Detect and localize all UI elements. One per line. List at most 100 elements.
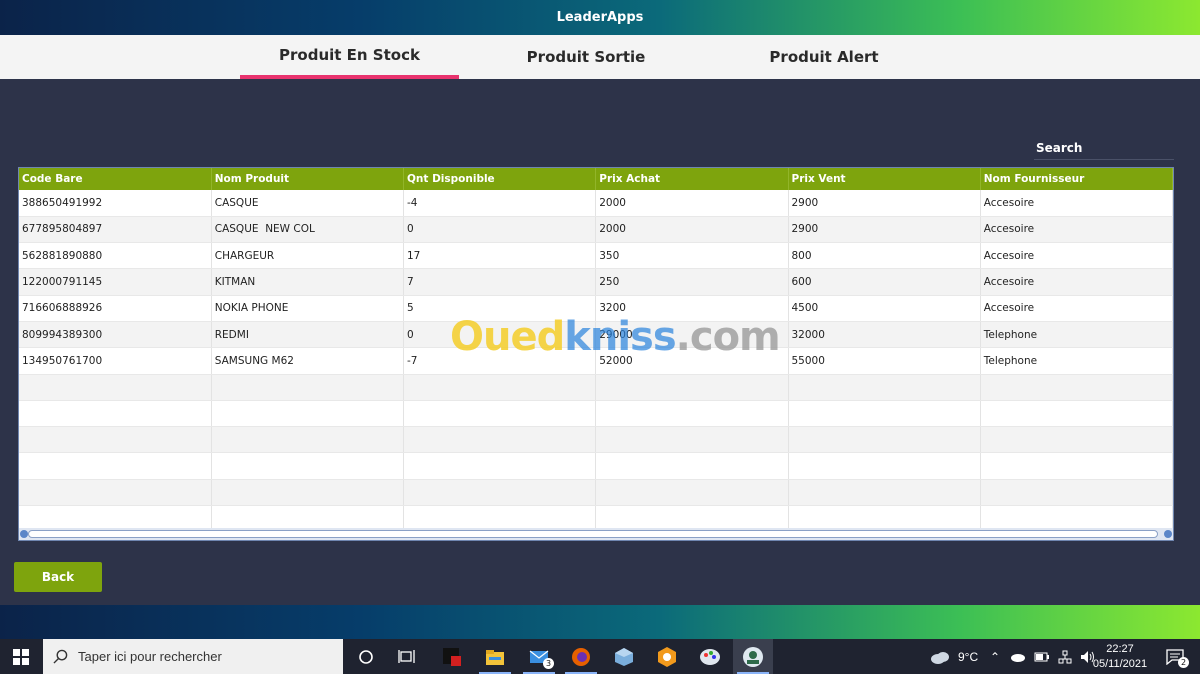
- table-cell[interactable]: Accesoire: [980, 295, 1173, 322]
- table-cell[interactable]: [980, 426, 1173, 454]
- table-cell[interactable]: [403, 426, 597, 454]
- empty-table-row[interactable]: [19, 374, 1173, 401]
- table-cell[interactable]: [19, 426, 212, 454]
- table-cell[interactable]: REDMI: [211, 321, 405, 349]
- table-cell[interactable]: [19, 374, 212, 401]
- table-cell[interactable]: [403, 400, 597, 428]
- table-cell[interactable]: [980, 400, 1173, 428]
- table-cell[interactable]: 800: [788, 242, 981, 270]
- table-cell[interactable]: 677895804897: [19, 216, 212, 244]
- table-row[interactable]: 388650491992 CASQUE -4 2000 2900 Accesoire: [19, 190, 1173, 217]
- table-cell[interactable]: Telephone: [980, 321, 1173, 349]
- table-cell[interactable]: 4500: [788, 295, 981, 322]
- table-cell[interactable]: [980, 452, 1173, 480]
- table-cell[interactable]: [595, 374, 789, 401]
- table-cell[interactable]: 2900: [788, 190, 981, 217]
- table-cell[interactable]: 562881890880: [19, 242, 212, 270]
- table-cell[interactable]: [211, 426, 405, 454]
- table-cell[interactable]: Accesoire: [980, 242, 1173, 270]
- firefox-icon[interactable]: [561, 639, 601, 674]
- tab-produit-sortie[interactable]: Produit Sortie: [486, 35, 686, 79]
- tab-produit-alert[interactable]: Produit Alert: [724, 35, 924, 79]
- network-cloud-icon[interactable]: [1010, 651, 1026, 663]
- table-cell[interactable]: [211, 479, 405, 507]
- table-cell[interactable]: 134950761700: [19, 347, 212, 375]
- table-cell[interactable]: 809994389300: [19, 321, 212, 349]
- table-cell[interactable]: 122000791145: [19, 268, 212, 296]
- table-cell[interactable]: [980, 374, 1173, 401]
- table-cell[interactable]: [211, 374, 405, 401]
- table-cell[interactable]: CHARGEUR: [211, 242, 405, 270]
- app-red-icon[interactable]: [432, 639, 472, 674]
- task-view-icon[interactable]: [387, 639, 427, 674]
- table-cell[interactable]: NOKIA PHONE: [211, 295, 405, 322]
- table-cell[interactable]: 2900: [788, 216, 981, 244]
- cortana-icon[interactable]: [346, 639, 386, 674]
- column-header[interactable]: Nom Fournisseur: [980, 168, 1173, 190]
- paint-icon[interactable]: [690, 639, 730, 674]
- table-cell[interactable]: 250: [595, 268, 789, 296]
- table-row[interactable]: 809994389300 REDMI 0 29000 32000 Telephone: [19, 321, 1173, 349]
- table-cell[interactable]: [211, 452, 405, 480]
- tab-produit-en-stock[interactable]: Produit En Stock: [240, 35, 459, 79]
- table-row[interactable]: 134950761700 SAMSUNG M62 -7 52000 55000 Telep…: [19, 347, 1173, 375]
- empty-table-row[interactable]: [19, 426, 1173, 454]
- table-cell[interactable]: [788, 374, 981, 401]
- table-cell[interactable]: [788, 452, 981, 480]
- table-cell[interactable]: 716606888926: [19, 295, 212, 322]
- leaderapps-taskbar-icon[interactable]: [733, 639, 773, 674]
- table-cell[interactable]: [788, 426, 981, 454]
- table-cell[interactable]: CASQUE NEW COL: [211, 216, 405, 244]
- table-cell[interactable]: 55000: [788, 347, 981, 375]
- table-cell[interactable]: SAMSUNG M62: [211, 347, 405, 375]
- empty-table-row[interactable]: [19, 479, 1173, 507]
- table-cell[interactable]: Accesoire: [980, 190, 1173, 217]
- table-cell[interactable]: [403, 452, 597, 480]
- column-header[interactable]: Prix Vent: [788, 168, 981, 190]
- weather-tray[interactable]: 9°C: [930, 639, 978, 674]
- virtualbox-icon[interactable]: [604, 639, 644, 674]
- back-button[interactable]: Back: [14, 562, 102, 592]
- table-cell[interactable]: 388650491992: [19, 190, 212, 217]
- table-cell[interactable]: [788, 400, 981, 428]
- table-cell[interactable]: CASQUE: [211, 190, 405, 217]
- table-row[interactable]: 562881890880 CHARGEUR 17 350 800 Accesoire: [19, 242, 1173, 270]
- table-cell[interactable]: 7: [403, 268, 597, 296]
- column-header[interactable]: Prix Achat: [595, 168, 789, 190]
- table-cell[interactable]: 2000: [595, 216, 789, 244]
- taskbar-search-box[interactable]: Taper ici pour rechercher: [43, 639, 343, 674]
- table-cell[interactable]: [19, 479, 212, 507]
- table-cell[interactable]: [788, 479, 981, 507]
- table-cell[interactable]: 32000: [788, 321, 981, 349]
- table-cell[interactable]: Accesoire: [980, 268, 1173, 296]
- column-header[interactable]: Qnt Disponible: [403, 168, 597, 190]
- table-cell[interactable]: Telephone: [980, 347, 1173, 375]
- table-cell[interactable]: 17: [403, 242, 597, 270]
- mail-icon[interactable]: 3: [519, 639, 559, 674]
- column-header[interactable]: Code Bare: [19, 168, 212, 190]
- table-cell[interactable]: 0: [403, 216, 597, 244]
- table-cell[interactable]: Accesoire: [980, 216, 1173, 244]
- table-cell[interactable]: [595, 479, 789, 507]
- windows-start-icon[interactable]: [0, 639, 42, 674]
- table-cell[interactable]: -7: [403, 347, 597, 375]
- battery-icon[interactable]: [1034, 652, 1050, 662]
- chevron-up-icon[interactable]: ⌃: [990, 650, 1000, 664]
- table-cell[interactable]: [19, 400, 212, 428]
- table-cell[interactable]: 52000: [595, 347, 789, 375]
- table-cell[interactable]: [595, 452, 789, 480]
- horizontal-scrollbar[interactable]: [19, 528, 1173, 540]
- scroll-left-arrow-icon[interactable]: [20, 530, 28, 538]
- file-explorer-icon[interactable]: [475, 639, 515, 674]
- table-cell[interactable]: [595, 400, 789, 428]
- table-row[interactable]: 716606888926 NOKIA PHONE 5 3200 4500 Accesoir…: [19, 295, 1173, 322]
- network-icon[interactable]: [1058, 650, 1072, 664]
- table-cell[interactable]: 2000: [595, 190, 789, 217]
- table-cell[interactable]: 600: [788, 268, 981, 296]
- table-cell[interactable]: [403, 374, 597, 401]
- table-cell[interactable]: 29000: [595, 321, 789, 349]
- search-input[interactable]: [1034, 136, 1174, 160]
- table-cell[interactable]: 3200: [595, 295, 789, 322]
- table-cell[interactable]: 350: [595, 242, 789, 270]
- table-cell[interactable]: [403, 479, 597, 507]
